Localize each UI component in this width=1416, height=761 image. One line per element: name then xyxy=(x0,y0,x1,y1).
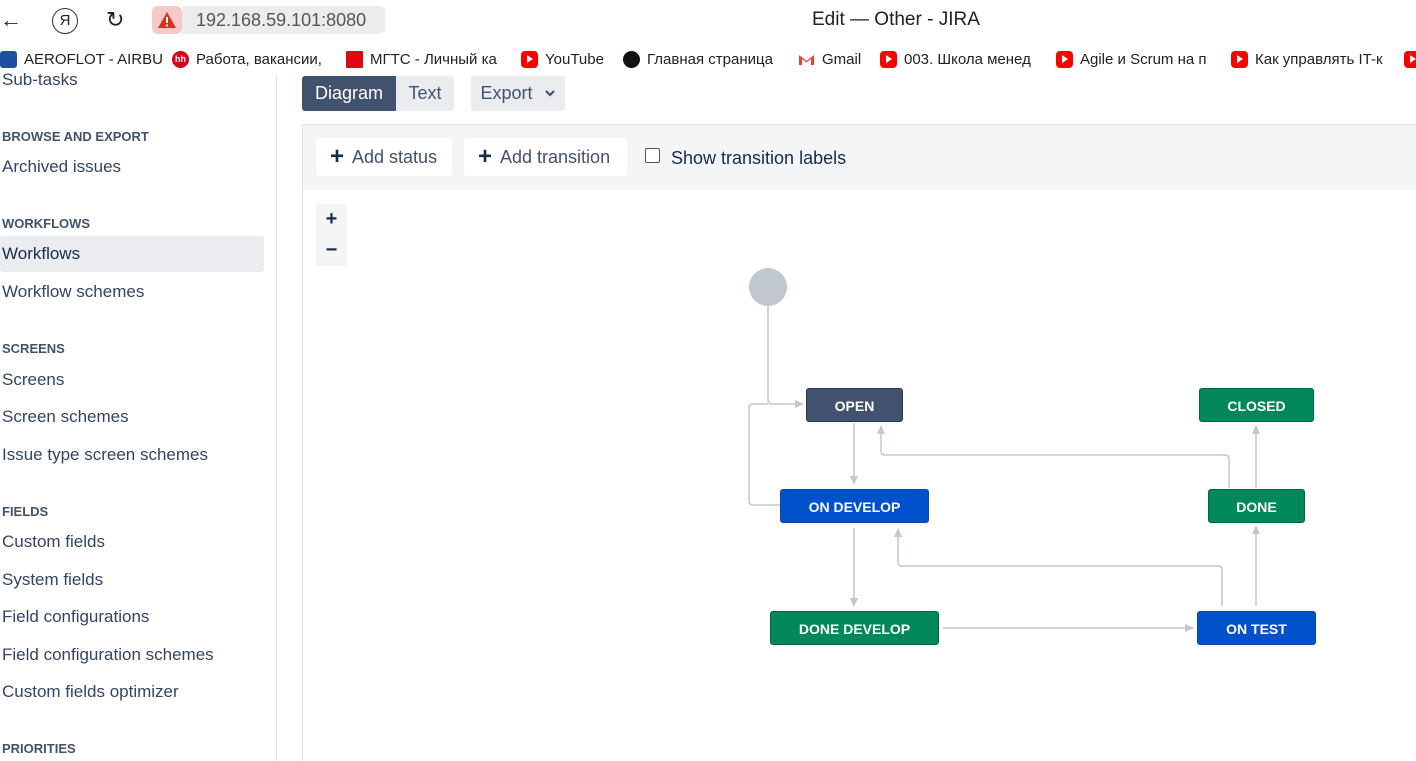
status-done-develop[interactable]: DONE DEVELOP xyxy=(770,611,939,645)
status-on-develop[interactable]: ON DEVELOP xyxy=(780,489,929,523)
transition-on-test-to-on-develop xyxy=(894,528,1223,606)
status-closed[interactable]: CLOSED xyxy=(1199,388,1314,422)
status-done[interactable]: DONE xyxy=(1208,489,1305,523)
transition-create xyxy=(767,306,804,408)
workflow-start-node[interactable] xyxy=(749,268,787,306)
status-on-test[interactable]: ON TEST xyxy=(1197,611,1316,645)
transition-arrows xyxy=(748,306,1260,632)
status-open[interactable]: OPEN xyxy=(806,388,903,422)
transition-on-develop-to-open xyxy=(748,403,780,506)
transition-done-to-open xyxy=(877,425,1230,488)
